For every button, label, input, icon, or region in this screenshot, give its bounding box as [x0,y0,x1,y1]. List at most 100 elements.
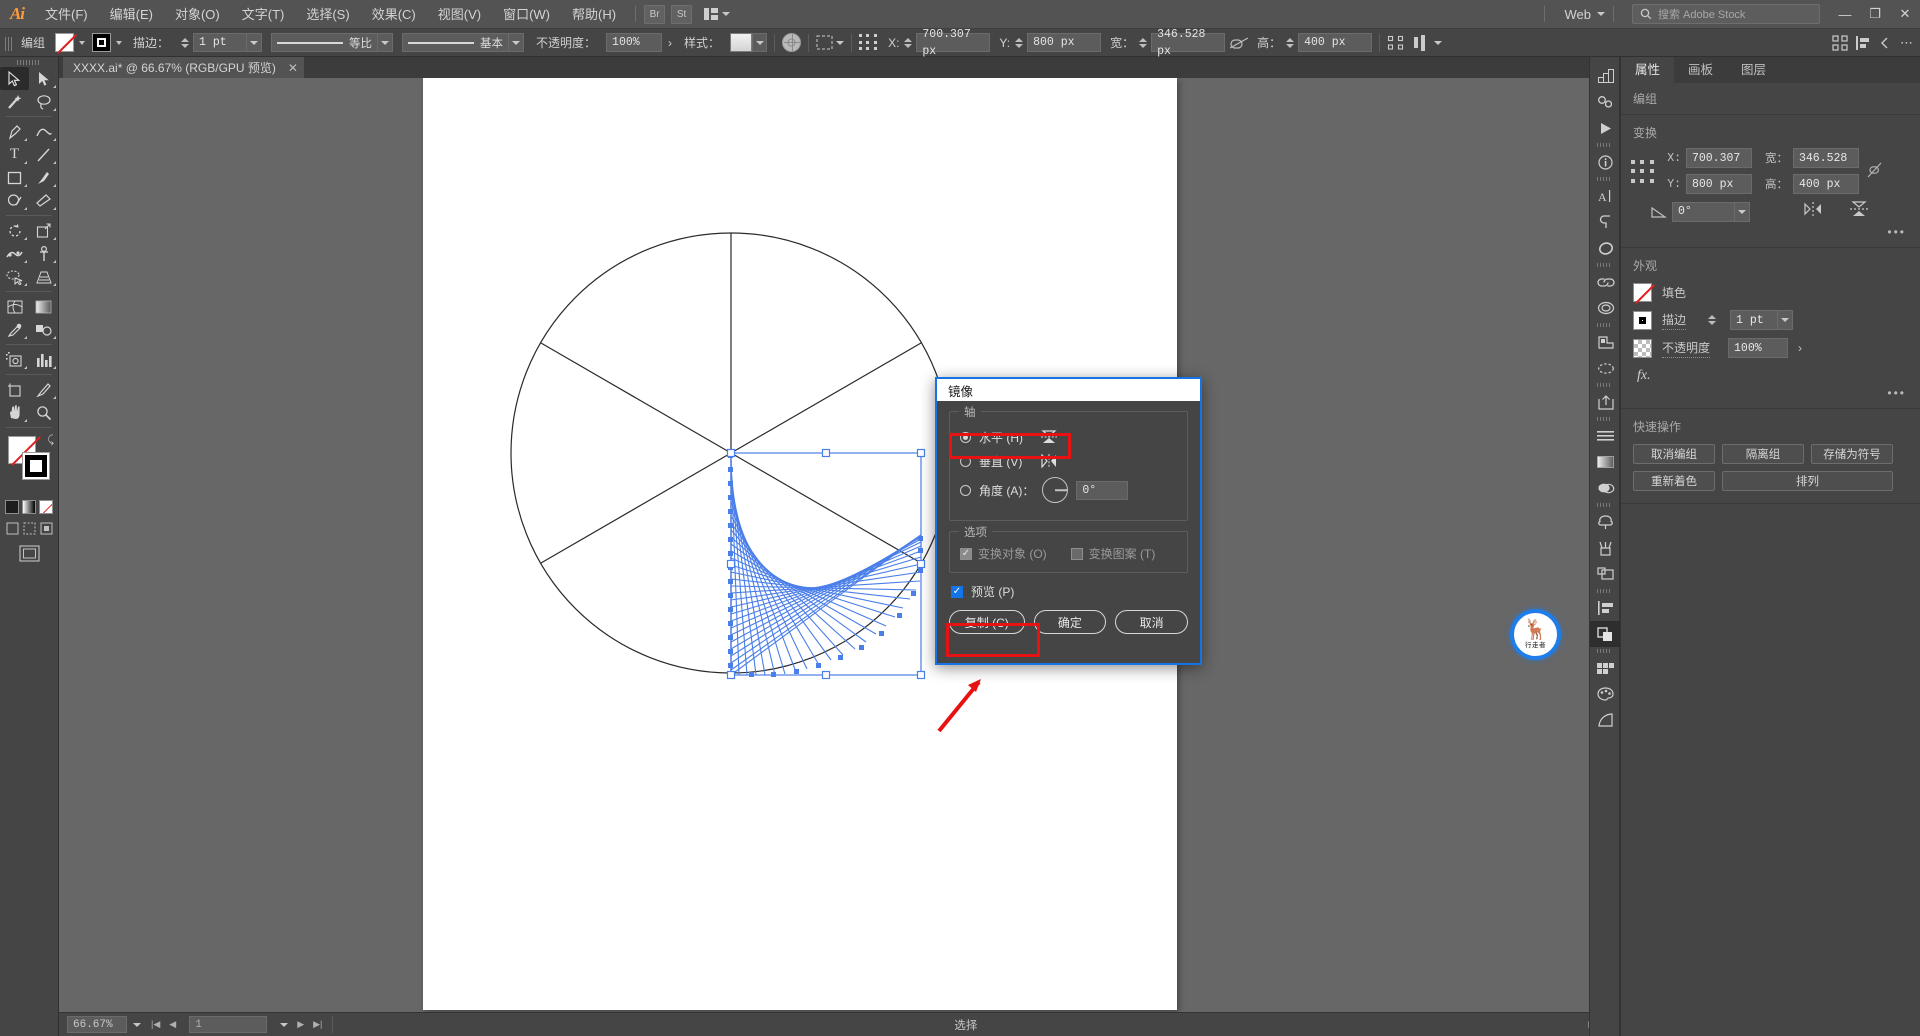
libraries-rail-icon[interactable] [1590,89,1621,115]
more-options-button[interactable] [1414,34,1443,51]
check-preview[interactable] [951,585,963,598]
align-left-icon[interactable] [1856,35,1870,51]
stroke-profile-preview[interactable]: 等比 [271,33,379,52]
mesh-tool[interactable] [0,295,29,318]
angle-dial-icon[interactable] [1042,477,1069,503]
artboards-rail-icon[interactable] [1590,561,1621,587]
brush-preview[interactable]: 基本 [402,33,510,52]
opacity-value[interactable]: 100% [606,33,663,52]
angle-input[interactable]: 0° [1076,480,1129,500]
eyedropper-tool[interactable] [0,318,29,341]
zoom-chevron-icon[interactable] [133,1022,141,1027]
perspective-grid-tool[interactable] [29,265,58,288]
draw-inside-icon[interactable] [40,522,53,535]
stock-button[interactable]: St [671,4,693,24]
arrange-documents-button[interactable] [698,4,736,25]
stroke-chevron-icon[interactable] [116,40,123,45]
swatches-rail-icon[interactable] [1590,655,1621,681]
actions-rail-icon[interactable] [1590,115,1621,141]
check-transform-object-row[interactable]: 变换对象 (O) [960,545,1047,562]
transform-more-icon[interactable]: ••• [1621,223,1920,245]
panel-opacity-expand-icon[interactable]: › [1798,341,1802,355]
artboard-number-input[interactable]: 1 [189,1016,268,1033]
x-value-input[interactable]: 700.307 px [916,28,991,58]
ok-button[interactable]: 确定 [1033,610,1107,634]
window-restore-button[interactable]: ❐ [1860,0,1890,29]
constrain-proportions-link-icon[interactable] [1867,162,1882,182]
color-mode-color-icon[interactable] [5,500,19,514]
document-info-rail-icon[interactable] [1590,149,1621,175]
properties-rail-icon[interactable] [1590,63,1621,89]
brush-definition-combo[interactable]: 基本 [402,33,525,52]
stock-search-input[interactable]: 搜索 Adobe Stock [1632,4,1820,24]
style-chevron-icon[interactable] [752,33,768,52]
shape-builder-tool[interactable] [0,265,29,288]
workspace-chevron-icon[interactable] [1597,12,1605,16]
symbol-sprayer-tool[interactable] [0,348,29,371]
tab-artboards[interactable]: 画板 [1674,57,1727,83]
cancel-button[interactable]: 取消 [1115,610,1189,634]
appearance-more-icon[interactable]: ••• [1621,384,1920,406]
panel-stroke-combo[interactable]: 1 pt [1730,310,1794,330]
check-transform-object[interactable] [960,547,972,560]
image-trace-rail-icon[interactable] [1590,329,1621,355]
color-mode-gradient-icon[interactable] [22,500,36,514]
transform-panel-icon[interactable] [1387,35,1405,51]
arrange-objects-button[interactable]: 排列 [1722,471,1893,491]
flip-vertical-icon[interactable] [1850,200,1868,223]
last-artboard-icon[interactable]: ▶| [313,1019,322,1030]
align-rail-icon[interactable] [1590,595,1621,621]
panel-stroke-swatch[interactable] [1633,310,1652,330]
width-tool[interactable] [0,242,29,265]
first-artboard-icon[interactable]: |◀ [151,1019,160,1030]
y-stepper[interactable] [1013,37,1024,48]
check-transform-pattern[interactable] [1070,547,1083,560]
stroke-weight-stepper[interactable] [179,37,190,48]
document-tab[interactable]: XXXX.ai* @ 66.67% (RGB/GPU 预览) ✕ [63,57,305,78]
stroke-weight-combo[interactable]: 1 pt [193,33,263,52]
canvas-area[interactable]: ▲ ▼ [59,78,1619,1036]
panel-collapse-icon[interactable] [1878,36,1892,50]
symbols-rail-icon[interactable] [1590,295,1621,321]
selection-tool[interactable] [0,67,29,90]
transform-anchor-icon[interactable] [859,34,879,51]
y-value-input[interactable]: 800 px [1027,33,1102,52]
fill-chevron-icon[interactable] [79,40,86,45]
panel-angle-input[interactable]: 0° [1672,201,1735,222]
gradient-tool[interactable] [29,295,58,318]
zoom-level-input[interactable]: 66.67% [67,1016,127,1033]
control-bar-overflow-icon[interactable]: ⋯ [1900,35,1914,51]
panel-stroke-label[interactable]: 描边 [1662,311,1687,330]
brushes-rail-icon[interactable] [1590,355,1621,381]
artboard-tool[interactable] [0,378,29,401]
column-graph-tool[interactable] [29,348,58,371]
width-value-input[interactable]: 346.528 px [1151,28,1226,58]
ungroup-button[interactable]: 取消编组 [1633,444,1715,464]
artboard-chevron-icon[interactable] [280,1022,289,1027]
workspace-name[interactable]: Web [1553,7,1598,22]
tab-properties[interactable]: 属性 [1621,57,1675,83]
menu-help[interactable]: 帮助(H) [561,0,627,29]
close-icon[interactable]: ✕ [288,61,298,75]
stroke-weight-chevron-icon[interactable] [247,33,263,52]
symbols2-rail-icon[interactable] [1590,509,1621,535]
paragraph-rail-icon[interactable] [1590,209,1621,235]
character-rail-icon[interactable]: A [1590,183,1621,209]
pathfinder-rail-icon[interactable] [1590,621,1621,647]
menu-view[interactable]: 视图(V) [427,0,492,29]
preview-row[interactable]: 预览 (P) [951,583,1188,600]
panel-x-input[interactable]: 700.307 [1686,148,1752,168]
panel-opacity-input[interactable]: 100% [1728,338,1789,358]
swap-fill-stroke-icon[interactable]: ⤹ [47,434,54,447]
check-transform-pattern-row[interactable]: 变换图案 (T) [1070,545,1155,562]
line-segment-tool[interactable] [29,143,58,166]
color-rail-icon[interactable] [1590,681,1621,707]
scale-tool[interactable] [29,219,58,242]
height-value-input[interactable]: 400 px [1298,33,1373,52]
panel-grid-icon[interactable] [1832,34,1848,51]
type-tool[interactable]: T [0,143,29,166]
width-stepper[interactable] [1137,37,1148,48]
rectangle-tool[interactable] [0,166,29,189]
radio-horizontal[interactable] [960,431,971,443]
mirror-dialog[interactable]: 镜像 轴 水平 (H) 垂直 (V) 角度 (A)： 0° 选项 ✓ 变换对象 … [935,377,1202,665]
